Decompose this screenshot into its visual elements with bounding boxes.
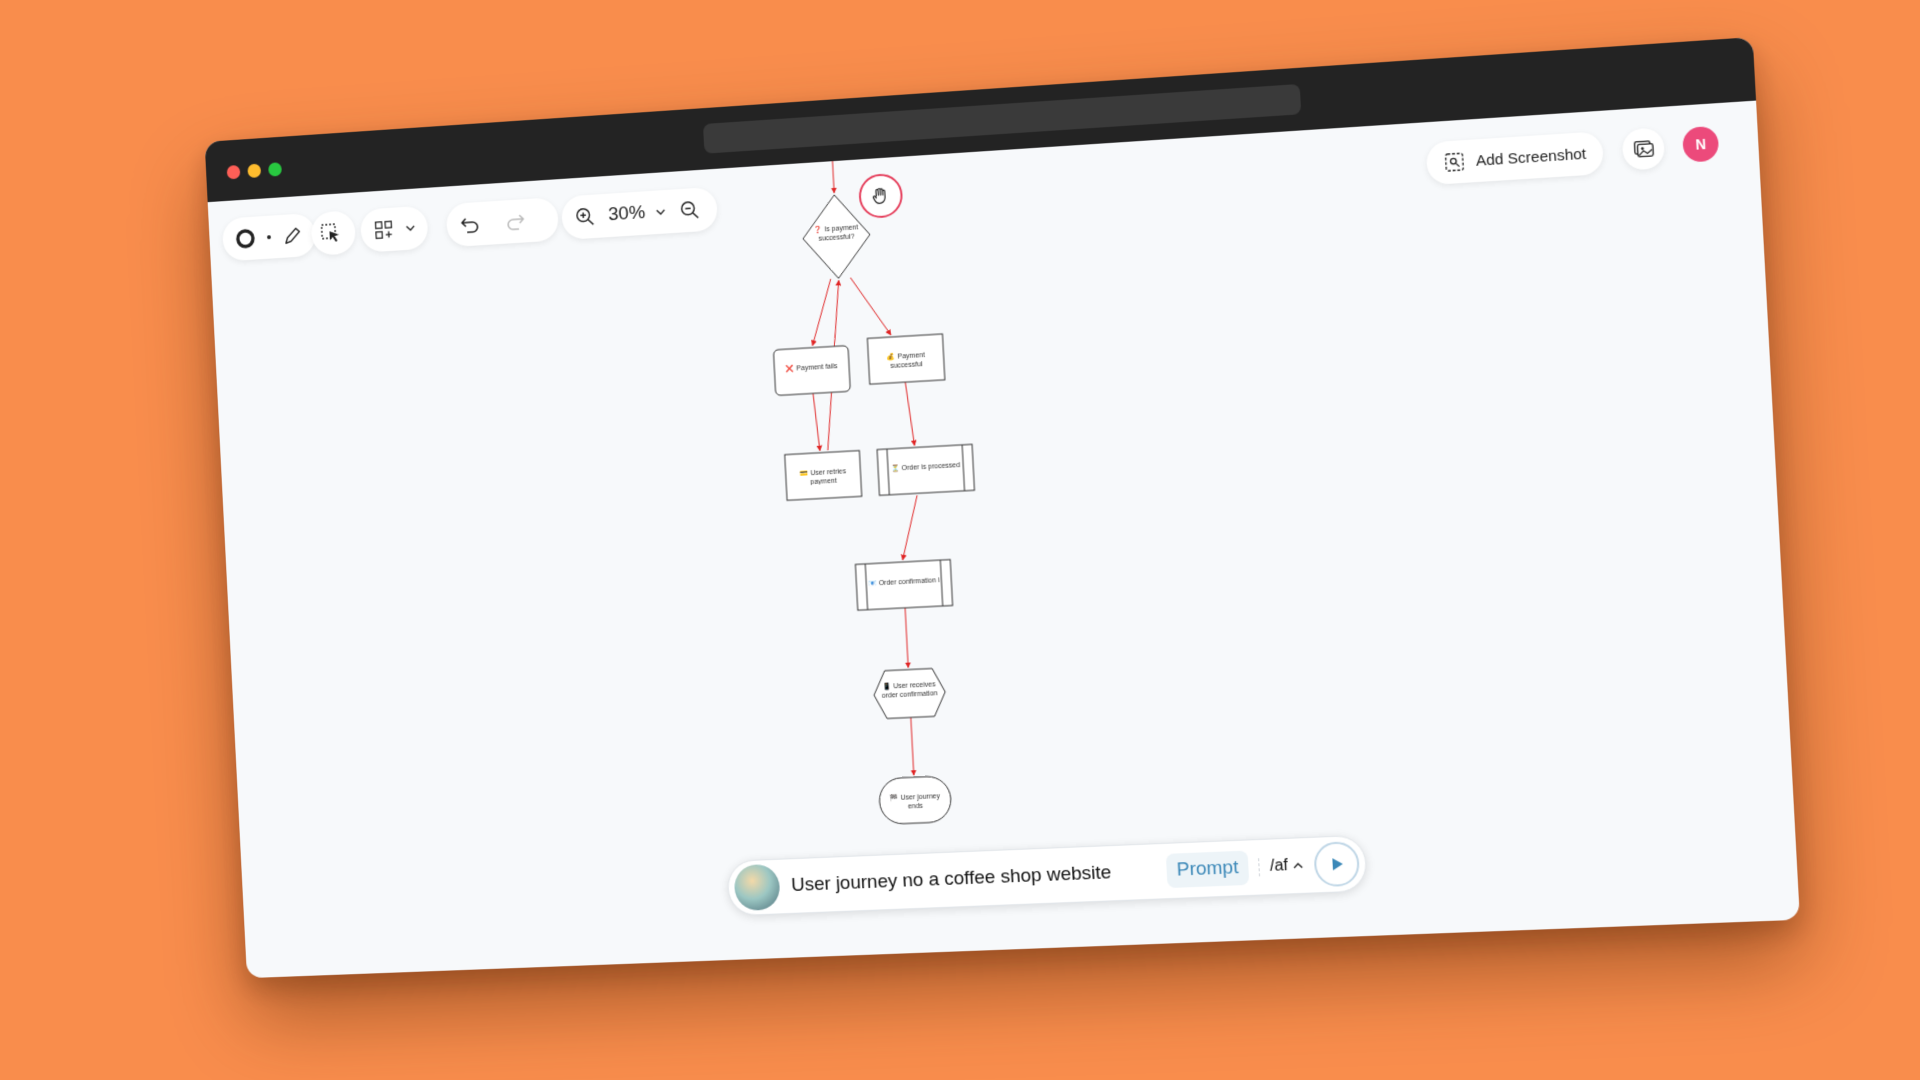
zoom-chevron-down-icon[interactable] <box>654 196 667 228</box>
receives-confirmation-node[interactable]: 📱 User receives order confirmation <box>873 668 947 719</box>
payment-fails-node[interactable]: ❌ Payment fails <box>773 346 850 396</box>
pencil-icon <box>282 224 304 247</box>
prompt-mode-tag[interactable]: Prompt <box>1166 851 1250 889</box>
shapes-menu-button[interactable] <box>370 213 398 246</box>
redo-button[interactable] <box>501 205 530 238</box>
dot-icon <box>265 221 272 253</box>
shapes-tool-group <box>360 205 429 252</box>
prompt-input[interactable]: User journey no a coffee shop website <box>779 860 1167 898</box>
chevron-up-icon <box>1292 859 1305 872</box>
zoom-level[interactable]: 30% <box>608 202 646 226</box>
drawing-tools-group <box>222 213 317 262</box>
app-window: ❓ Is payment successful? ❌ Payment fails… <box>205 37 1800 978</box>
selection-cursor-icon <box>319 221 343 246</box>
edge-success-to-processed <box>905 382 914 446</box>
retry-payment-node[interactable]: 💳 User retries payment <box>785 451 862 501</box>
pencil-tool-button[interactable] <box>279 219 307 252</box>
send-button[interactable] <box>1313 841 1360 887</box>
minimize-window-button[interactable] <box>247 164 261 178</box>
flowchart-canvas[interactable]: ❓ Is payment successful? ❌ Payment fails… <box>208 101 1800 979</box>
image-gallery-icon <box>1631 137 1655 161</box>
zoom-in-icon <box>574 205 596 228</box>
edge-processed-to-confirmation <box>899 495 920 560</box>
play-icon <box>1327 855 1346 874</box>
decision-label: ❓ Is payment successful? <box>806 223 866 245</box>
zoom-out-icon <box>679 199 702 222</box>
edge-decision-to-fails <box>809 279 834 346</box>
hand-icon <box>869 184 892 207</box>
circle-icon <box>234 226 258 251</box>
add-screenshot-label: Add Screenshot <box>1476 145 1587 169</box>
screenshot-icon <box>1443 150 1467 174</box>
stroke-color-button[interactable] <box>231 222 259 255</box>
history-group <box>446 197 560 247</box>
flowchart-diagram: ❓ Is payment successful? ❌ Payment fails… <box>208 101 1800 979</box>
maximize-window-button[interactable] <box>268 162 282 177</box>
edge-decision-to-success <box>850 275 891 337</box>
assistant-avatar <box>733 864 780 911</box>
chevron-down-icon[interactable] <box>404 212 417 244</box>
receives-confirmation-label: 📱 User receives order confirmation <box>879 680 939 701</box>
zoom-in-button[interactable] <box>571 200 600 233</box>
confirmation-sent-node[interactable]: 📧 Order confirmation is sent <box>855 560 952 611</box>
journey-ends-node[interactable]: 🏁 User journey ends <box>878 776 952 825</box>
grid-plus-icon <box>373 218 395 241</box>
edge-receives-to-ends <box>911 717 914 775</box>
edge-confirmation-to-receives <box>905 608 908 668</box>
redo-icon <box>504 209 528 234</box>
order-processed-node[interactable]: ⏳ Order is processed <box>877 444 974 495</box>
undo-icon <box>458 212 482 237</box>
payment-success-node[interactable]: 💰 Payment successful <box>867 334 944 384</box>
journey-ends-label: 🏁 User journey ends <box>883 792 947 811</box>
undo-button[interactable] <box>455 208 483 241</box>
select-tool-button[interactable] <box>316 217 344 250</box>
command-label: /af <box>1269 857 1288 876</box>
zoom-out-button[interactable] <box>675 193 704 226</box>
command-selector[interactable]: /af <box>1258 856 1304 876</box>
edge-fails-to-retry <box>813 393 820 451</box>
close-window-button[interactable] <box>227 165 241 179</box>
